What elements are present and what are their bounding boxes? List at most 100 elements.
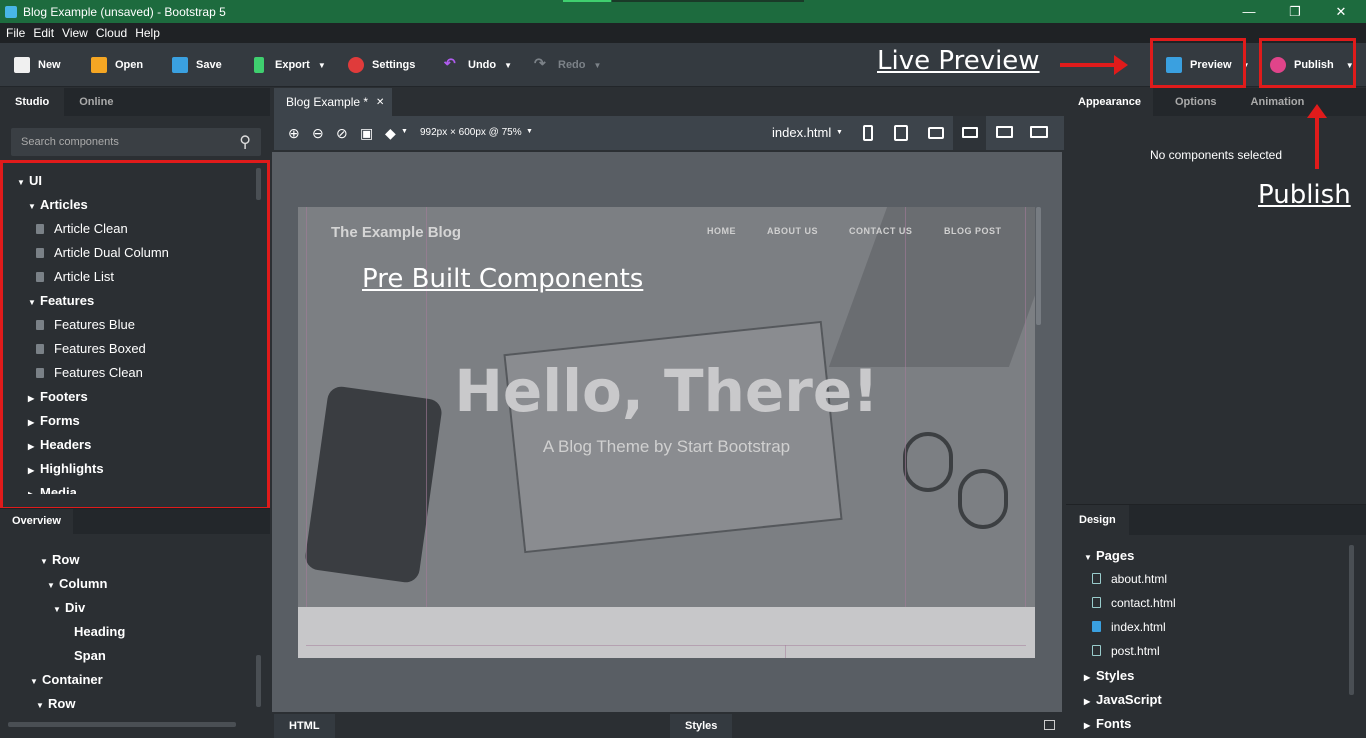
tab-studio[interactable]: Studio [0,88,65,116]
tree-group-highlights[interactable]: ▶ Highlights [28,461,104,476]
component-article-dual-column[interactable]: Article Dual Column [36,245,169,260]
chevron-right-icon: ▶ [1084,673,1091,682]
component-features-clean[interactable]: Features Clean [36,365,143,380]
component-features-blue[interactable]: Features Blue [36,317,135,332]
minimize-icon[interactable]: — [1226,0,1272,23]
title-indicator-dark [612,0,804,2]
open-button[interactable]: Open [91,53,143,77]
tree-group-features[interactable]: ▼ Features [28,293,94,308]
settings-button[interactable]: Settings [348,53,415,77]
tab-design[interactable]: Design [1066,505,1129,535]
tree-group-footers[interactable]: ▶ Footers [28,389,88,404]
phone-portrait-icon[interactable] [863,125,873,141]
tab-styles[interactable]: Styles [670,714,733,738]
design-group-javascript[interactable]: ▶ JavaScript [1084,692,1162,707]
publish-highlight-box [1259,38,1356,88]
menu-edit[interactable]: Edit [33,26,54,40]
tab-options[interactable]: Options [1163,88,1229,116]
design-scrollbar[interactable] [1349,545,1354,695]
chevron-down-icon[interactable]: ▼ [401,128,408,135]
tab-appearance[interactable]: Appearance [1066,88,1153,116]
chevron-down-icon[interactable]: ▼ [836,129,843,136]
restore-icon[interactable]: ❐ [1272,0,1318,23]
tab-html[interactable]: HTML [274,714,335,738]
hero-heading: Hello, There! [454,357,879,425]
tab-online[interactable]: Online [64,88,128,116]
guide-line [785,645,786,658]
tree-group-media[interactable]: ▶Media [28,485,77,494]
tab-overview[interactable]: Overview [0,509,73,534]
overview-node-div[interactable]: ▼ Div [53,600,85,615]
overview-node-container[interactable]: ▼ Container [30,672,103,687]
chevron-right-icon: ▶ [28,466,35,475]
overview-scrollbar-h[interactable] [8,722,236,727]
menu-view[interactable]: View [62,26,88,40]
prebuilt-annotation: Pre Built Components [362,264,644,294]
component-article-list[interactable]: Article List [36,269,114,284]
component-features-boxed[interactable]: Features Boxed [36,341,146,356]
tree-group-headers[interactable]: ▶ Headers [28,437,91,452]
page-index[interactable]: index.html [1092,620,1166,634]
chevron-right-icon: ▶ [1084,697,1091,706]
components-scrollbar[interactable] [256,168,261,200]
desktop-icon[interactable] [996,126,1013,138]
page-about[interactable]: about.html [1092,572,1167,586]
tree-label: Footers [40,389,88,404]
file-icon [1092,645,1101,656]
canvas-scrollbar[interactable] [1036,207,1041,325]
nav-contact[interactable]: CONTACT US [849,226,912,236]
layers-icon[interactable]: ◆ [385,125,396,142]
menu-file[interactable]: File [6,26,25,40]
tablet-portrait-icon[interactable] [894,125,908,141]
design-tabs: Design [1066,505,1366,535]
tree-group-ui[interactable]: ▼ UI [17,173,42,188]
chevron-right-icon: ▶ [28,394,35,403]
tab-animation[interactable]: Animation [1239,88,1317,116]
image-icon[interactable]: ▣ [360,125,373,142]
design-group-fonts[interactable]: ▶ Fonts [1084,716,1131,731]
laptop-icon[interactable] [962,127,978,138]
settings-label: Settings [372,59,416,71]
overview-scrollbar-v[interactable] [256,655,261,707]
tree-group-forms[interactable]: ▶ Forms [28,413,80,428]
overview-node-row[interactable]: ▼ Row [40,552,79,567]
zoom-out-icon[interactable]: ⊖ [312,125,324,142]
overview-node-row[interactable]: ▼ Row [36,696,75,711]
export-button[interactable]: Export ▼ [251,53,326,77]
disable-icon[interactable]: ⊘ [336,125,348,142]
tree-label: Fonts [1096,716,1132,731]
nav-blog-post[interactable]: BLOG POST [944,226,1002,236]
page-post[interactable]: post.html [1092,644,1160,658]
save-button[interactable]: Save [172,53,222,77]
nav-about[interactable]: ABOUT US [767,226,818,236]
overview-node-heading[interactable]: Heading [74,624,125,639]
close-tab-icon[interactable]: ✕ [376,97,384,108]
overview-node-span[interactable]: Span [74,648,106,663]
chevron-down-icon: ▼ [317,60,326,70]
search-input[interactable]: Search components ⚲ [11,128,261,156]
undo-button[interactable]: ↶ Undo ▼ [444,53,512,77]
maximize-icon[interactable] [1044,720,1055,730]
tablet-landscape-icon[interactable] [928,127,944,139]
search-icon[interactable]: ⚲ [239,132,251,152]
design-group-styles[interactable]: ▶ Styles [1084,668,1134,683]
design-group-pages[interactable]: ▼ Pages [1084,548,1134,563]
wide-desktop-icon[interactable] [1030,126,1048,138]
component-article-clean[interactable]: Article Clean [36,221,128,236]
new-label: New [38,59,61,71]
file-select[interactable]: index.html [772,125,831,140]
zoom-in-icon[interactable]: ⊕ [288,125,300,142]
menu-cloud[interactable]: Cloud [96,26,127,40]
editor-tab[interactable]: Blog Example * ✕ [274,88,392,116]
window-title: Blog Example (unsaved) - Bootstrap 5 [23,4,226,19]
overview-node-column[interactable]: ▼ Column [47,576,107,591]
menu-help[interactable]: Help [135,26,160,40]
tree-group-articles[interactable]: ▼ Articles [28,197,88,212]
new-button[interactable]: New [14,53,61,77]
page-contact[interactable]: contact.html [1092,596,1176,610]
close-icon[interactable]: ✕ [1318,0,1364,23]
chevron-down-icon[interactable]: ▼ [526,128,533,135]
tree-label: Container [42,672,103,687]
nav-home[interactable]: HOME [707,226,736,236]
redo-button[interactable]: ↷ Redo ▼ [534,53,601,77]
